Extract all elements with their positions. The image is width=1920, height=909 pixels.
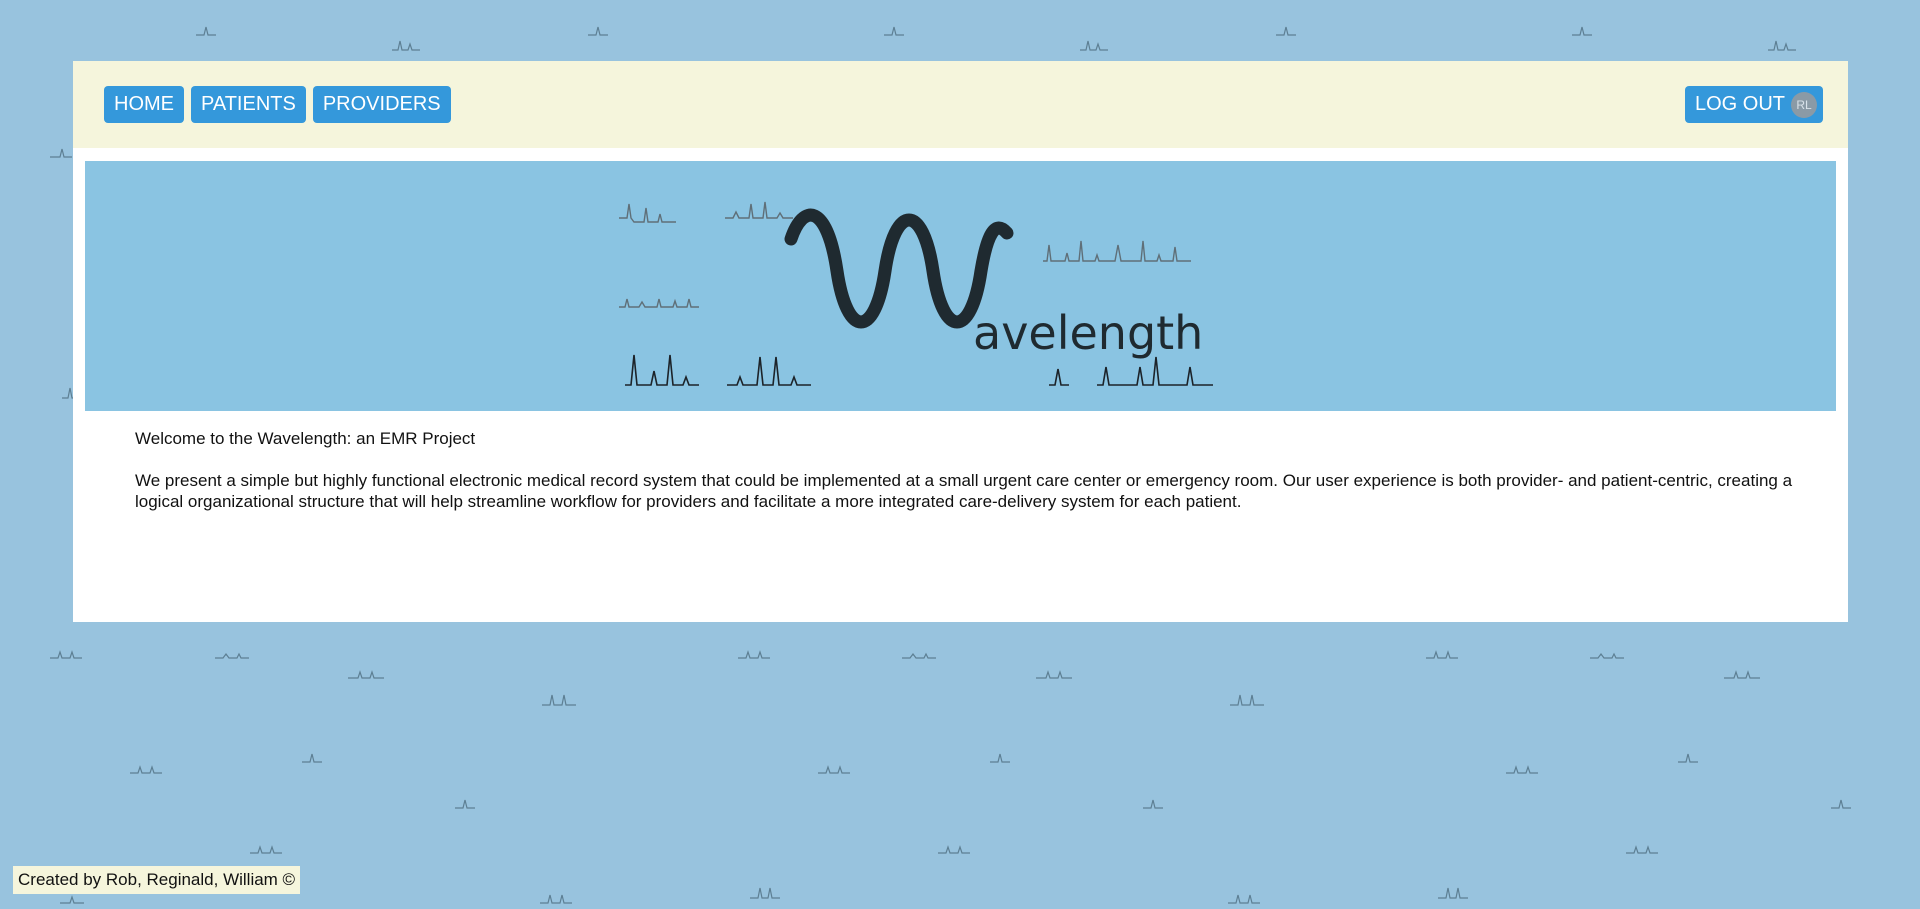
logout-button[interactable]: LOG OUT RL <box>1684 86 1823 123</box>
welcome-heading: Welcome to the Wavelength: an EMR Projec… <box>135 429 476 448</box>
wavelength-banner: avelength <box>85 161 1836 411</box>
logout-label: LOG OUT <box>1694 93 1785 115</box>
footer-credit: Created by Rob, Reginald, William © <box>13 866 301 894</box>
main-content: Welcome to the Wavelength: an EMR Projec… <box>135 428 1795 512</box>
wavelength-logo: avelength <box>619 201 1213 386</box>
nav-patients-button[interactable]: PATIENTS <box>191 86 306 123</box>
project-description: We present a simple but highly functiona… <box>135 471 1793 511</box>
nav-buttons: HOME PATIENTS PROVIDERS <box>104 86 451 123</box>
nav-providers-button[interactable]: PROVIDERS <box>312 86 451 123</box>
top-navbar: HOME PATIENTS PROVIDERS LOG OUT RL <box>73 61 1848 148</box>
main-card: HOME PATIENTS PROVIDERS LOG OUT RL avele… <box>73 61 1848 622</box>
logo-wordmark: avelength <box>973 306 1203 360</box>
nav-home-button[interactable]: HOME <box>104 86 184 123</box>
user-avatar: RL <box>1791 91 1817 118</box>
